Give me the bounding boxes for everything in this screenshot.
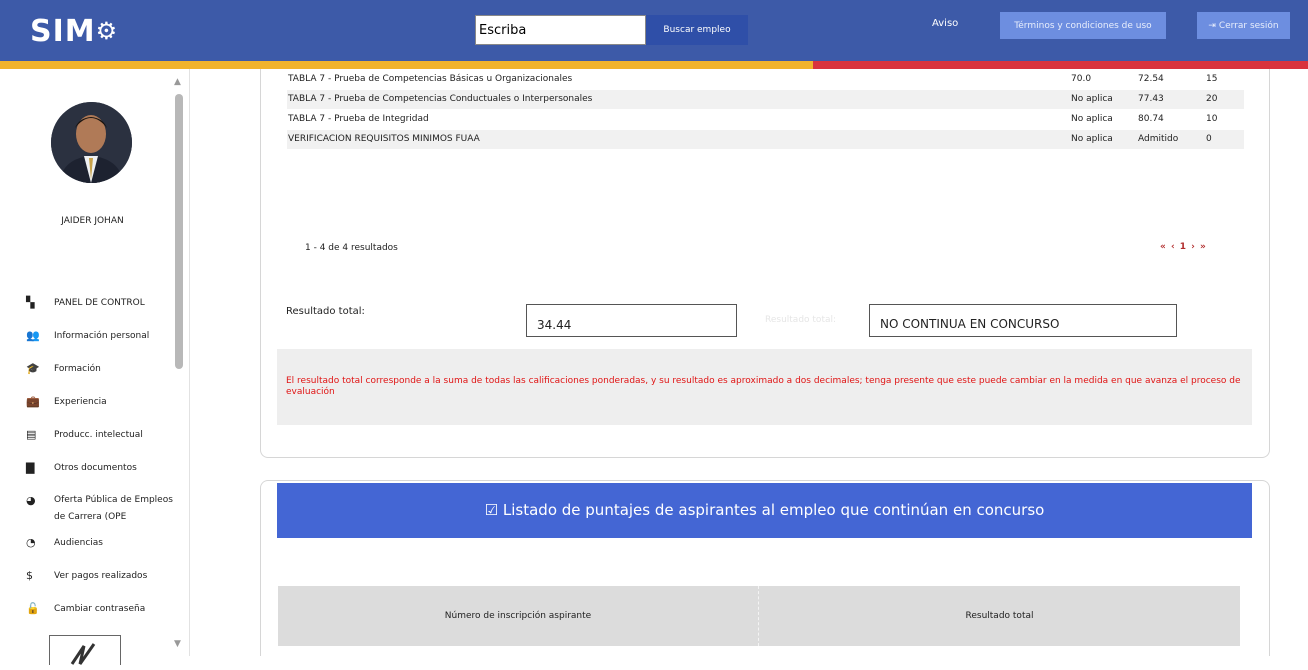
table-row: TABLA 7 - Prueba de Competencias Conduct… bbox=[287, 90, 1244, 109]
sidebar-item-briefcase[interactable]: 💼 Experiencia bbox=[26, 395, 176, 415]
username: JAIDER JOHAN bbox=[61, 216, 124, 226]
simo-logo[interactable]: SIM⚙ bbox=[30, 14, 118, 49]
stripe-yellow bbox=[0, 61, 813, 69]
table-cell: 70.0 bbox=[1071, 74, 1092, 84]
briefcase-icon: 💼 bbox=[26, 395, 40, 408]
sidebar-item-label: Audiencias bbox=[54, 538, 103, 548]
column-header-inscription[interactable]: Número de inscripción aspirante bbox=[278, 586, 759, 646]
search-button[interactable]: Buscar empleo bbox=[646, 15, 748, 45]
people-icon: 👥 bbox=[26, 329, 40, 342]
pagination[interactable]: « ‹ 1 › » bbox=[1160, 242, 1207, 252]
listing-title: ☑ Listado de puntajes de aspirantes al e… bbox=[484, 501, 1045, 519]
table-cell: 77.43 bbox=[1138, 94, 1164, 104]
table-cell: No aplica bbox=[1071, 94, 1113, 104]
table-cell: VERIFICACION REQUISITOS MINIMOS FUAA bbox=[288, 134, 480, 144]
book-icon: ▤ bbox=[26, 428, 37, 441]
sidebar-item-label: Formación bbox=[54, 364, 101, 374]
sidebar-item-label: Producc. intelectual bbox=[54, 430, 143, 440]
terms-button[interactable]: Términos y condiciones de uso bbox=[1000, 12, 1166, 39]
sidebar-item-dashboard[interactable]: ▚ PANEL DE CONTROL bbox=[26, 296, 176, 316]
table-cell: TABLA 7 - Prueba de Competencias Básicas… bbox=[288, 74, 573, 84]
lock-icon: 🔓 bbox=[26, 602, 40, 615]
note-text: El resultado total corresponde a la suma… bbox=[286, 376, 1241, 397]
status-field: NO CONTINUA EN CONCURSO bbox=[869, 304, 1177, 337]
logout-button[interactable]: ⇥ Cerrar sesión bbox=[1197, 12, 1290, 39]
table-cell: 72.54 bbox=[1138, 74, 1164, 84]
table-cell: 80.74 bbox=[1138, 114, 1164, 124]
table-cell: 10 bbox=[1206, 114, 1218, 124]
table-cell: Admitido bbox=[1138, 134, 1179, 144]
total-result-field: 34.44 bbox=[526, 304, 737, 337]
table-cell: 20 bbox=[1206, 94, 1218, 104]
scroll-up-icon[interactable]: ▲ bbox=[174, 77, 181, 87]
sidebar-item-label: PANEL DE CONTROL bbox=[54, 298, 145, 308]
sidebar-item-label: Otros documentos bbox=[54, 463, 137, 473]
table-cell: 0 bbox=[1206, 134, 1212, 144]
graduation-icon: 🎓 bbox=[26, 362, 40, 375]
top-header: SIM⚙ Buscar empleo Aviso Términos y cond… bbox=[0, 0, 1308, 61]
sidebar-scrollbar[interactable] bbox=[175, 94, 183, 369]
sidebar-item-label: Oferta Pública de Empleos de Carrera (OP… bbox=[54, 495, 173, 522]
avatar bbox=[51, 102, 132, 183]
sidebar-item-label: Ver pagos realizados bbox=[54, 571, 148, 581]
listing-table-header: Número de inscripción aspirante Resultad… bbox=[278, 586, 1240, 646]
sidebar-item-label: Cambiar contraseña bbox=[54, 604, 146, 614]
sidebar-item-graduation[interactable]: 🎓 Formación bbox=[26, 362, 176, 382]
column-header-result[interactable]: Resultado total bbox=[759, 586, 1240, 646]
note-panel: El resultado total corresponde a la suma… bbox=[277, 349, 1252, 425]
sidebar-item-book[interactable]: ▤ Producc. intelectual bbox=[26, 428, 176, 448]
sidebar-item-globe[interactable]: ◕ Oferta Pública de Empleos de Carrera (O… bbox=[26, 494, 176, 522]
gear-icon: ⚙ bbox=[95, 17, 119, 45]
search-input[interactable] bbox=[475, 15, 646, 45]
sidebar-item-people[interactable]: 👥 Información personal bbox=[26, 329, 176, 349]
table-cell: TABLA 7 - Prueba de Integridad bbox=[288, 114, 429, 124]
scroll-down-icon[interactable]: ▼ bbox=[174, 639, 181, 649]
logout-icon: ⇥ bbox=[1208, 20, 1219, 31]
table-cell: 15 bbox=[1206, 74, 1218, 84]
table-row: VERIFICACION REQUISITOS MINIMOS FUAA No a… bbox=[287, 130, 1244, 149]
total-result-label: Resultado total: bbox=[286, 306, 365, 317]
sidebar-item-label: Experiencia bbox=[54, 397, 107, 407]
total-result-label-secondary: Resultado total: bbox=[765, 315, 837, 325]
dashboard-icon: ▚ bbox=[26, 296, 35, 309]
table-cell: No aplica bbox=[1071, 114, 1113, 124]
sidebar-item-lock[interactable]: 🔓 Cambiar contraseña bbox=[26, 602, 176, 622]
results-summary: 1 - 4 de 4 resultados bbox=[305, 243, 398, 253]
logout-label: Cerrar sesión bbox=[1218, 20, 1279, 31]
sidebar-item-dollar[interactable]: $ Ver pagos realizados bbox=[26, 569, 176, 589]
table-row: TABLA 7 - Prueba de Competencias Básicas… bbox=[287, 70, 1244, 89]
sidebar-item-audience[interactable]: ◔ Audiencias bbox=[26, 536, 176, 556]
document-icon: ▇ bbox=[26, 461, 35, 474]
institution-logo bbox=[49, 635, 121, 665]
table-cell: TABLA 7 - Prueba de Competencias Conduct… bbox=[288, 94, 593, 104]
stripe-red bbox=[813, 61, 1308, 69]
sidebar: ▲ ▼ JAIDER JOHAN ▚ PANEL DE CONTROL 👥 Infor… bbox=[0, 69, 190, 665]
table-cell: No aplica bbox=[1071, 134, 1113, 144]
listing-banner: ☑ Listado de puntajes de aspirantes al e… bbox=[277, 483, 1252, 538]
aviso-link[interactable]: Aviso bbox=[932, 18, 958, 29]
sidebar-item-document[interactable]: ▇ Otros documentos bbox=[26, 461, 176, 481]
sidebar-item-label: Información personal bbox=[54, 331, 150, 341]
audience-icon: ◔ bbox=[26, 536, 36, 549]
dollar-icon: $ bbox=[26, 569, 33, 582]
globe-icon: ◕ bbox=[26, 494, 36, 507]
table-row: TABLA 7 - Prueba de Integridad No aplica 8… bbox=[287, 110, 1244, 129]
